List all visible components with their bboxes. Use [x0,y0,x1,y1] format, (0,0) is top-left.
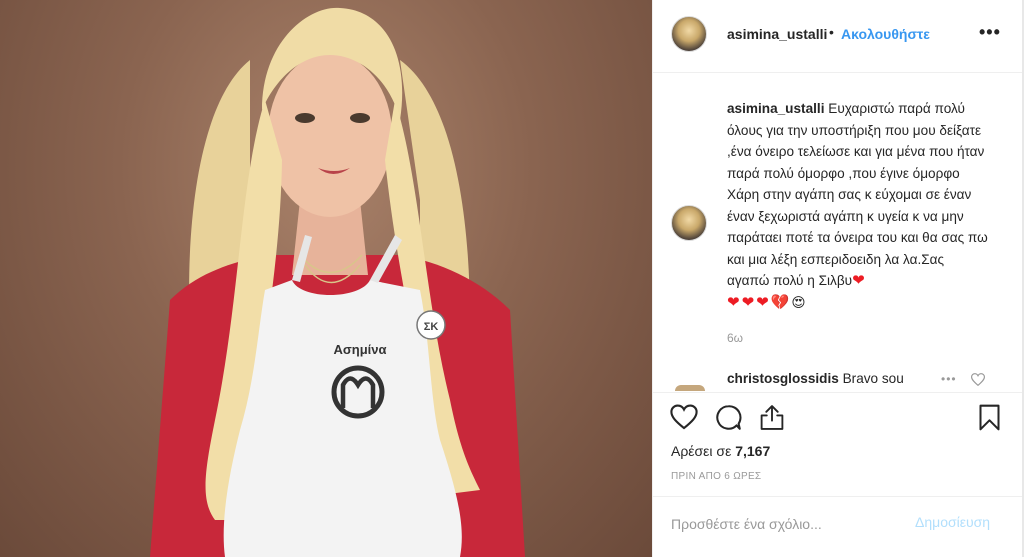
caption-avatar[interactable] [671,205,707,241]
post-comment-button[interactable]: Δημοσίευση [915,514,990,530]
apron-badge: ΣΚ [424,321,439,333]
comment-item: christosglossidis Bravo sou [727,371,904,386]
post-side-panel: asimina_ustalli • Ακολουθήστε ••• asimin… [652,0,1024,557]
comment-more-icon[interactable]: ••• [941,372,957,386]
caption-end-emoji: ❤ [852,272,867,289]
comment-bubble-icon[interactable] [715,404,742,436]
commenter-avatar[interactable] [675,385,705,391]
caption-face-emoji: 😍 [791,294,806,310]
divider [653,392,1023,393]
comment-like-icon[interactable] [970,373,986,391]
caption-time[interactable]: 6ω [727,331,743,345]
comment-username[interactable]: christosglossidis [727,371,839,386]
author-avatar[interactable] [671,16,707,52]
header-separator: • [829,24,834,40]
follow-button[interactable]: Ακολουθήστε [841,26,930,42]
likes-number: 7,167 [735,443,771,459]
more-options-icon[interactable]: ••• [979,22,1001,43]
caption-text: Ευχαριστώ παρά πολύ όλους για την υποστή… [727,101,988,288]
author-username[interactable]: asimina_ustalli [727,26,827,42]
caption-hearts: ❤❤❤💔 [727,293,792,311]
post-photo[interactable]: ΣΚ Ασημίνα [0,0,652,557]
likes-prefix: Αρέσει σε [671,443,732,459]
comment-text: Bravo sou [842,371,904,386]
action-bar [653,400,1023,440]
divider [653,496,1023,497]
share-icon[interactable] [759,404,785,436]
like-heart-icon[interactable] [670,404,698,435]
bookmark-icon[interactable] [978,404,1001,436]
caption-username[interactable]: asimina_ustalli [727,101,824,116]
post-header: asimina_ustalli • Ακολουθήστε ••• [653,0,1023,73]
post-timestamp[interactable]: ΠΡΙΝ ΑΠΟ 6 ΩΡΕΣ [671,471,761,482]
likes-count[interactable]: Αρέσει σε 7,167 [671,443,770,459]
add-comment-input[interactable] [671,514,911,534]
post-photo-illustration: ΣΚ Ασημίνα [150,7,525,557]
post-caption: asimina_ustalli Ευχαριστώ παρά πολύ όλου… [727,98,989,313]
apron-name: Ασημίνα [333,342,386,357]
